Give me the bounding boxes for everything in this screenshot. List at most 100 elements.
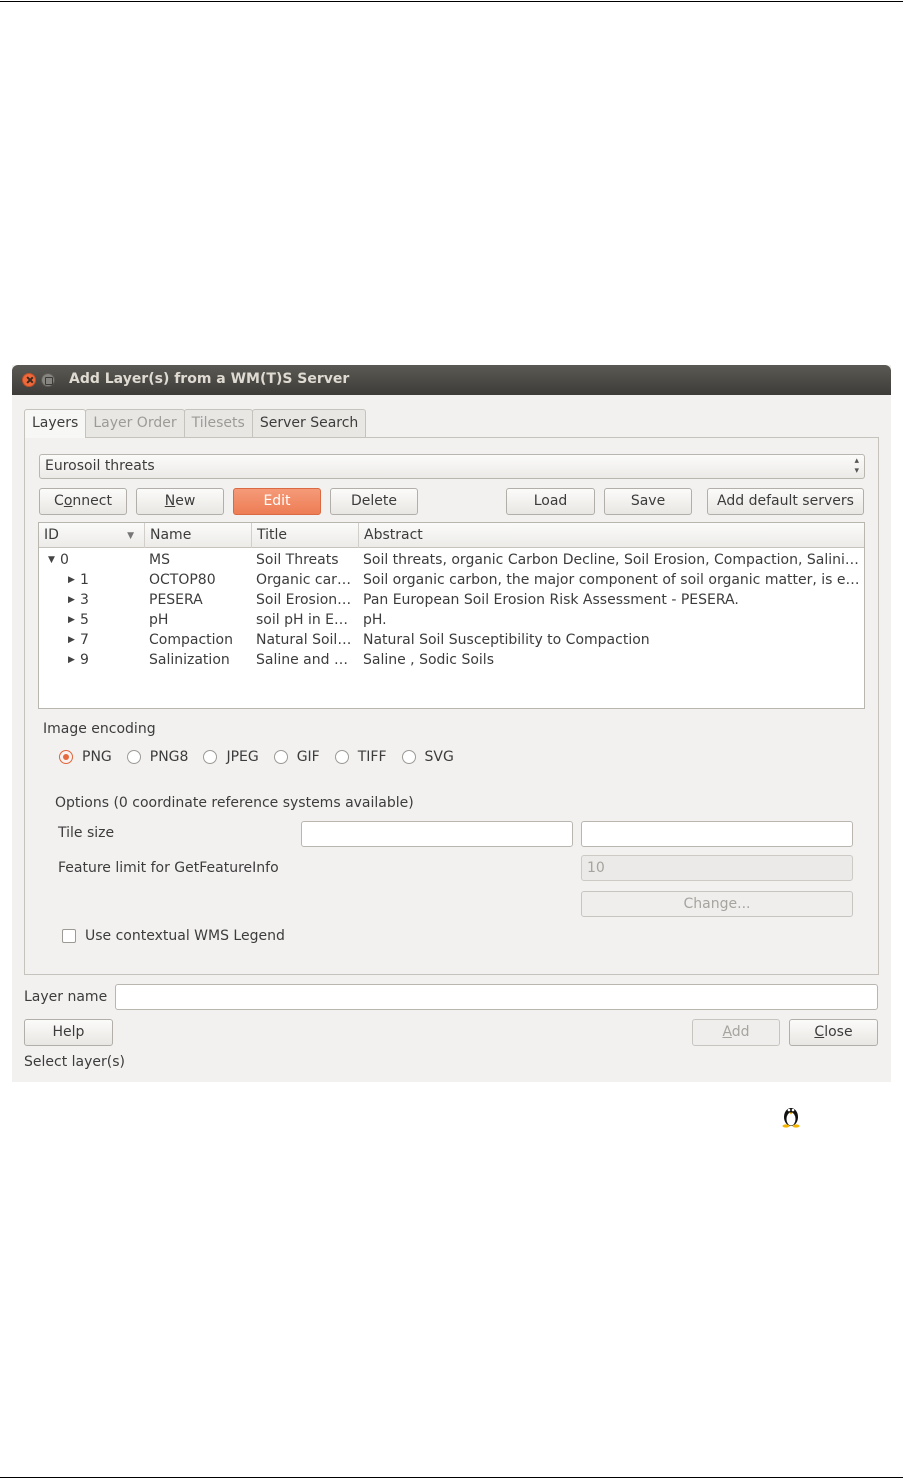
radio-label: JPEG	[226, 749, 259, 765]
collapsed-arrow-icon[interactable]: ▶	[68, 570, 75, 590]
layer-name-input[interactable]	[115, 984, 878, 1010]
radio-circle[interactable]	[203, 750, 218, 764]
tab-layer-order[interactable]: Layer Order	[85, 409, 185, 437]
cell-abstract: Soil threats, organic Carbon Decline, So…	[363, 552, 859, 568]
status-text: Select layer(s)	[24, 1054, 125, 1070]
new-button[interactable]: New	[136, 488, 224, 515]
tile-size-label: Tile size	[58, 825, 115, 841]
radio-label: GIF	[296, 749, 320, 765]
cell-name: OCTOP80	[149, 572, 216, 588]
cell-name: Salinization	[149, 652, 230, 668]
cell-title: soil pH in E…	[256, 612, 349, 628]
radio-circle[interactable]	[59, 750, 73, 764]
delete-button[interactable]: Delete	[330, 488, 418, 515]
save-button[interactable]: Save	[604, 488, 692, 515]
radio-label: SVG	[424, 749, 454, 765]
collapsed-arrow-icon[interactable]: ▶	[68, 610, 75, 630]
cell-name: MS	[149, 552, 170, 568]
cell-title: Soil Threats	[256, 552, 339, 568]
cell-title: Natural Soil…	[256, 632, 352, 648]
radio-circle[interactable]	[401, 750, 416, 764]
radio-tiff[interactable]: TIFF	[334, 749, 387, 765]
table-row[interactable]: ▶ 1 OCTOP80 Organic car… Soil organic carbon…	[39, 570, 864, 590]
contextual-legend-label: Use contextual WMS Legend	[85, 928, 285, 944]
cell-title: Saline and S…	[256, 652, 356, 668]
column-header-name[interactable]: Name	[145, 523, 252, 548]
table-row[interactable]: ▶ 5 pH soil pH in E… pH.	[39, 610, 864, 630]
cell-abstract: Pan European Soil Erosion Risk Assessmen…	[363, 592, 739, 608]
radio-jpeg[interactable]: JPEG	[203, 749, 259, 765]
tab-server-search[interactable]: Server Search	[251, 409, 367, 437]
server-select[interactable]: Eurosoil threats ▴ ▾	[39, 454, 865, 479]
cell-name: PESERA	[149, 592, 203, 608]
column-header-abstract[interactable]: Abstract	[359, 523, 864, 548]
window-title: Add Layer(s) from a WM(T)S Server	[69, 371, 350, 387]
collapsed-arrow-icon[interactable]: ▶	[68, 630, 75, 650]
wms-dialog: Add Layer(s) from a WM(T)S Server Layers…	[12, 365, 891, 1082]
updown-arrow-icon: ▴ ▾	[854, 456, 859, 476]
tile-width-input[interactable]	[301, 821, 573, 847]
table-row[interactable]: ▶ 7 Compaction Natural Soil… Natural Soil Su…	[39, 630, 864, 650]
layers-tree[interactable]: ID ▼ Name Title Abstract ▼ 0 MS Soil Threat…	[38, 522, 865, 709]
tree-header: ID ▼ Name Title Abstract	[39, 523, 864, 548]
cell-title: Soil Erosion…	[256, 592, 352, 608]
tile-height-input[interactable]	[581, 821, 853, 847]
cell-id: 7	[80, 632, 89, 648]
connect-button[interactable]: Connect	[39, 488, 127, 515]
cell-abstract: Soil organic carbon, the major component…	[363, 572, 860, 588]
radio-circle[interactable]	[334, 750, 349, 764]
sort-down-icon: ▼	[127, 531, 134, 541]
cell-id: 5	[80, 612, 89, 628]
cell-abstract: Natural Soil Susceptibility to Compactio…	[363, 632, 650, 648]
radio-png8[interactable]: PNG8	[126, 749, 189, 765]
cell-name: pH	[149, 612, 169, 628]
layer-name-label: Layer name	[24, 989, 108, 1005]
minimize-window-icon[interactable]	[41, 373, 55, 387]
tab-bar: Layers Layer Order Tilesets Server Searc…	[24, 409, 367, 438]
cell-title: Organic car…	[256, 572, 351, 588]
title-bar[interactable]: Add Layer(s) from a WM(T)S Server	[12, 365, 891, 395]
radio-label: PNG8	[149, 749, 189, 765]
help-button[interactable]: Help	[24, 1019, 113, 1046]
image-encoding-label: Image encoding	[43, 721, 156, 737]
close-button[interactable]: Close	[789, 1019, 878, 1046]
cell-abstract: pH.	[363, 612, 387, 628]
cell-name: Compaction	[149, 632, 233, 648]
tab-layers[interactable]: Layers	[24, 409, 87, 438]
radio-label: PNG	[82, 749, 112, 765]
tab-tilesets[interactable]: Tilesets	[183, 409, 253, 437]
feature-limit-input[interactable]: 10	[581, 855, 853, 881]
page-bottom-rule	[0, 1477, 903, 1478]
radio-gif[interactable]: GIF	[273, 749, 320, 765]
contextual-legend-checkbox[interactable]	[62, 929, 76, 943]
collapsed-arrow-icon[interactable]: ▶	[68, 590, 75, 610]
cell-id: 3	[80, 592, 89, 608]
radio-label: TIFF	[357, 749, 387, 765]
feature-limit-label: Feature limit for GetFeatureInfo	[58, 860, 279, 876]
image-encoding-radios: PNG PNG8 JPEG GIF TIFF SVG	[59, 748, 469, 766]
change-crs-button[interactable]: Change...	[581, 891, 853, 917]
column-header-id[interactable]: ID ▼	[39, 523, 145, 548]
cell-abstract: Saline , Sodic Soils	[363, 652, 494, 668]
options-heading: Options (0 coordinate reference systems …	[55, 795, 414, 811]
radio-circle[interactable]	[126, 750, 141, 764]
page-top-rule	[0, 1, 903, 2]
expanded-arrow-icon[interactable]: ▼	[48, 550, 55, 570]
column-header-title[interactable]: Title	[252, 523, 359, 548]
cell-id: 9	[80, 652, 89, 668]
collapsed-arrow-icon[interactable]: ▶	[68, 650, 75, 670]
radio-circle[interactable]	[273, 750, 288, 764]
radio-svg[interactable]: SVG	[401, 749, 454, 765]
cell-id: 1	[80, 572, 89, 588]
linux-penguin-icon	[782, 1108, 800, 1128]
close-window-icon[interactable]	[22, 373, 36, 387]
add-default-servers-button[interactable]: Add default servers	[707, 488, 864, 515]
edit-button[interactable]: Edit	[233, 488, 321, 515]
radio-png[interactable]: PNG	[59, 749, 112, 765]
table-row[interactable]: ▶ 9 Salinization Saline and S… Saline , Sodi…	[39, 650, 864, 670]
table-row[interactable]: ▼ 0 MS Soil Threats Soil threats, organic Ca…	[39, 550, 864, 570]
cell-id: 0	[60, 552, 69, 568]
table-row[interactable]: ▶ 3 PESERA Soil Erosion… Pan European Soil E…	[39, 590, 864, 610]
load-button[interactable]: Load	[506, 488, 595, 515]
add-button[interactable]: Add	[692, 1019, 780, 1046]
